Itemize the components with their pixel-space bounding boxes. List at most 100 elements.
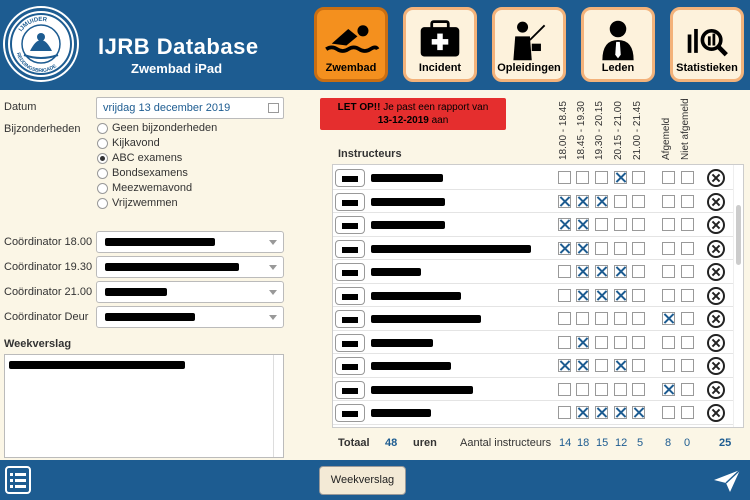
weekverslag-button[interactable]: Weekverslag	[319, 466, 406, 495]
checkbox[interactable]	[681, 359, 694, 372]
checkbox[interactable]	[681, 406, 694, 419]
checkbox[interactable]	[681, 194, 694, 208]
remove-icon[interactable]	[707, 333, 725, 352]
checkbox[interactable]	[595, 265, 608, 278]
radio-dot[interactable]	[97, 138, 108, 149]
radio-dot[interactable]	[97, 123, 108, 134]
checkbox[interactable]	[614, 335, 627, 349]
checkbox[interactable]	[681, 218, 694, 231]
checkbox[interactable]	[558, 288, 571, 302]
checkbox[interactable]	[558, 406, 571, 419]
radio-dot[interactable]	[97, 153, 108, 164]
checkbox[interactable]	[576, 265, 589, 278]
checkbox[interactable]	[632, 194, 645, 208]
checkbox[interactable]	[595, 312, 608, 325]
checkbox[interactable]	[576, 241, 589, 255]
checkbox[interactable]	[595, 359, 608, 372]
checkbox[interactable]	[595, 335, 608, 349]
coordinator-2100-select[interactable]	[96, 281, 284, 303]
checkbox[interactable]	[662, 288, 675, 302]
checkbox[interactable]	[576, 406, 589, 419]
checkbox[interactable]	[662, 312, 675, 325]
coordinator-1930-select[interactable]	[96, 256, 284, 278]
remove-icon[interactable]	[707, 169, 725, 187]
checkbox[interactable]	[662, 359, 675, 372]
remove-icon[interactable]	[707, 357, 725, 375]
checkbox[interactable]	[662, 382, 675, 396]
checkbox[interactable]	[558, 382, 571, 396]
checkbox[interactable]	[558, 335, 571, 349]
checkbox[interactable]	[681, 382, 694, 396]
checkbox[interactable]	[681, 288, 694, 302]
checkbox[interactable]	[576, 171, 589, 184]
checkbox[interactable]	[614, 194, 627, 208]
remove-icon[interactable]	[707, 286, 725, 305]
checkbox[interactable]	[595, 406, 608, 419]
tab-leden[interactable]: Leden	[581, 7, 655, 82]
checkbox[interactable]	[662, 218, 675, 231]
send-icon[interactable]	[712, 468, 742, 494]
checkbox[interactable]	[576, 335, 589, 349]
radio-dot[interactable]	[97, 198, 108, 209]
checkbox[interactable]	[576, 359, 589, 372]
checkbox[interactable]	[614, 406, 627, 419]
checkbox[interactable]	[558, 194, 571, 208]
checkbox[interactable]	[558, 265, 571, 278]
calendar-icon[interactable]	[268, 103, 279, 113]
checkbox[interactable]	[576, 312, 589, 325]
remove-icon[interactable]	[707, 192, 725, 211]
checkbox[interactable]	[614, 171, 627, 184]
checkbox[interactable]	[662, 194, 675, 208]
checkbox[interactable]	[632, 265, 645, 278]
scrollbar[interactable]	[273, 355, 283, 457]
checkbox[interactable]	[595, 288, 608, 302]
scrollbar[interactable]	[733, 165, 743, 427]
checkbox[interactable]	[632, 288, 645, 302]
checkbox[interactable]	[595, 382, 608, 396]
checkbox[interactable]	[576, 218, 589, 231]
checkbox[interactable]	[662, 241, 675, 255]
tab-opleidingen[interactable]: Opleidingen	[492, 7, 566, 82]
checkbox[interactable]	[614, 241, 627, 255]
checkbox[interactable]	[576, 382, 589, 396]
checkbox[interactable]	[632, 241, 645, 255]
remove-icon[interactable]	[707, 216, 725, 234]
datum-field[interactable]: vrijdag 13 december 2019	[96, 97, 284, 119]
tab-zwembad[interactable]: Zwembad	[314, 7, 388, 82]
checkbox[interactable]	[681, 312, 694, 325]
tab-statistieken[interactable]: Statistieken	[670, 7, 744, 82]
checkbox[interactable]	[558, 312, 571, 325]
checkbox[interactable]	[576, 194, 589, 208]
checkbox[interactable]	[662, 171, 675, 184]
checkbox[interactable]	[662, 335, 675, 349]
checkbox[interactable]	[632, 359, 645, 372]
checkbox[interactable]	[681, 171, 694, 184]
radio-dot[interactable]	[97, 183, 108, 194]
checkbox[interactable]	[681, 241, 694, 255]
checkbox[interactable]	[558, 241, 571, 255]
coordinator-deur-select[interactable]	[96, 306, 284, 328]
checkbox[interactable]	[632, 171, 645, 184]
radio-dot[interactable]	[97, 168, 108, 179]
checkbox[interactable]	[558, 359, 571, 372]
checkbox[interactable]	[614, 382, 627, 396]
remove-icon[interactable]	[707, 310, 725, 328]
checkbox[interactable]	[558, 218, 571, 231]
scroll-thumb[interactable]	[736, 205, 741, 265]
checkbox[interactable]	[595, 171, 608, 184]
checkbox[interactable]	[632, 406, 645, 419]
checkbox[interactable]	[595, 218, 608, 231]
checkbox[interactable]	[632, 382, 645, 396]
checkbox[interactable]	[662, 265, 675, 278]
checkbox[interactable]	[558, 171, 571, 184]
remove-icon[interactable]	[707, 239, 725, 258]
checkbox[interactable]	[632, 218, 645, 231]
checkbox[interactable]	[662, 406, 675, 419]
tab-incident[interactable]: Incident	[403, 7, 477, 82]
checkbox[interactable]	[595, 194, 608, 208]
list-icon[interactable]	[4, 465, 32, 495]
checkbox[interactable]	[681, 265, 694, 278]
checkbox[interactable]	[614, 288, 627, 302]
remove-icon[interactable]	[707, 380, 725, 399]
checkbox[interactable]	[614, 265, 627, 278]
